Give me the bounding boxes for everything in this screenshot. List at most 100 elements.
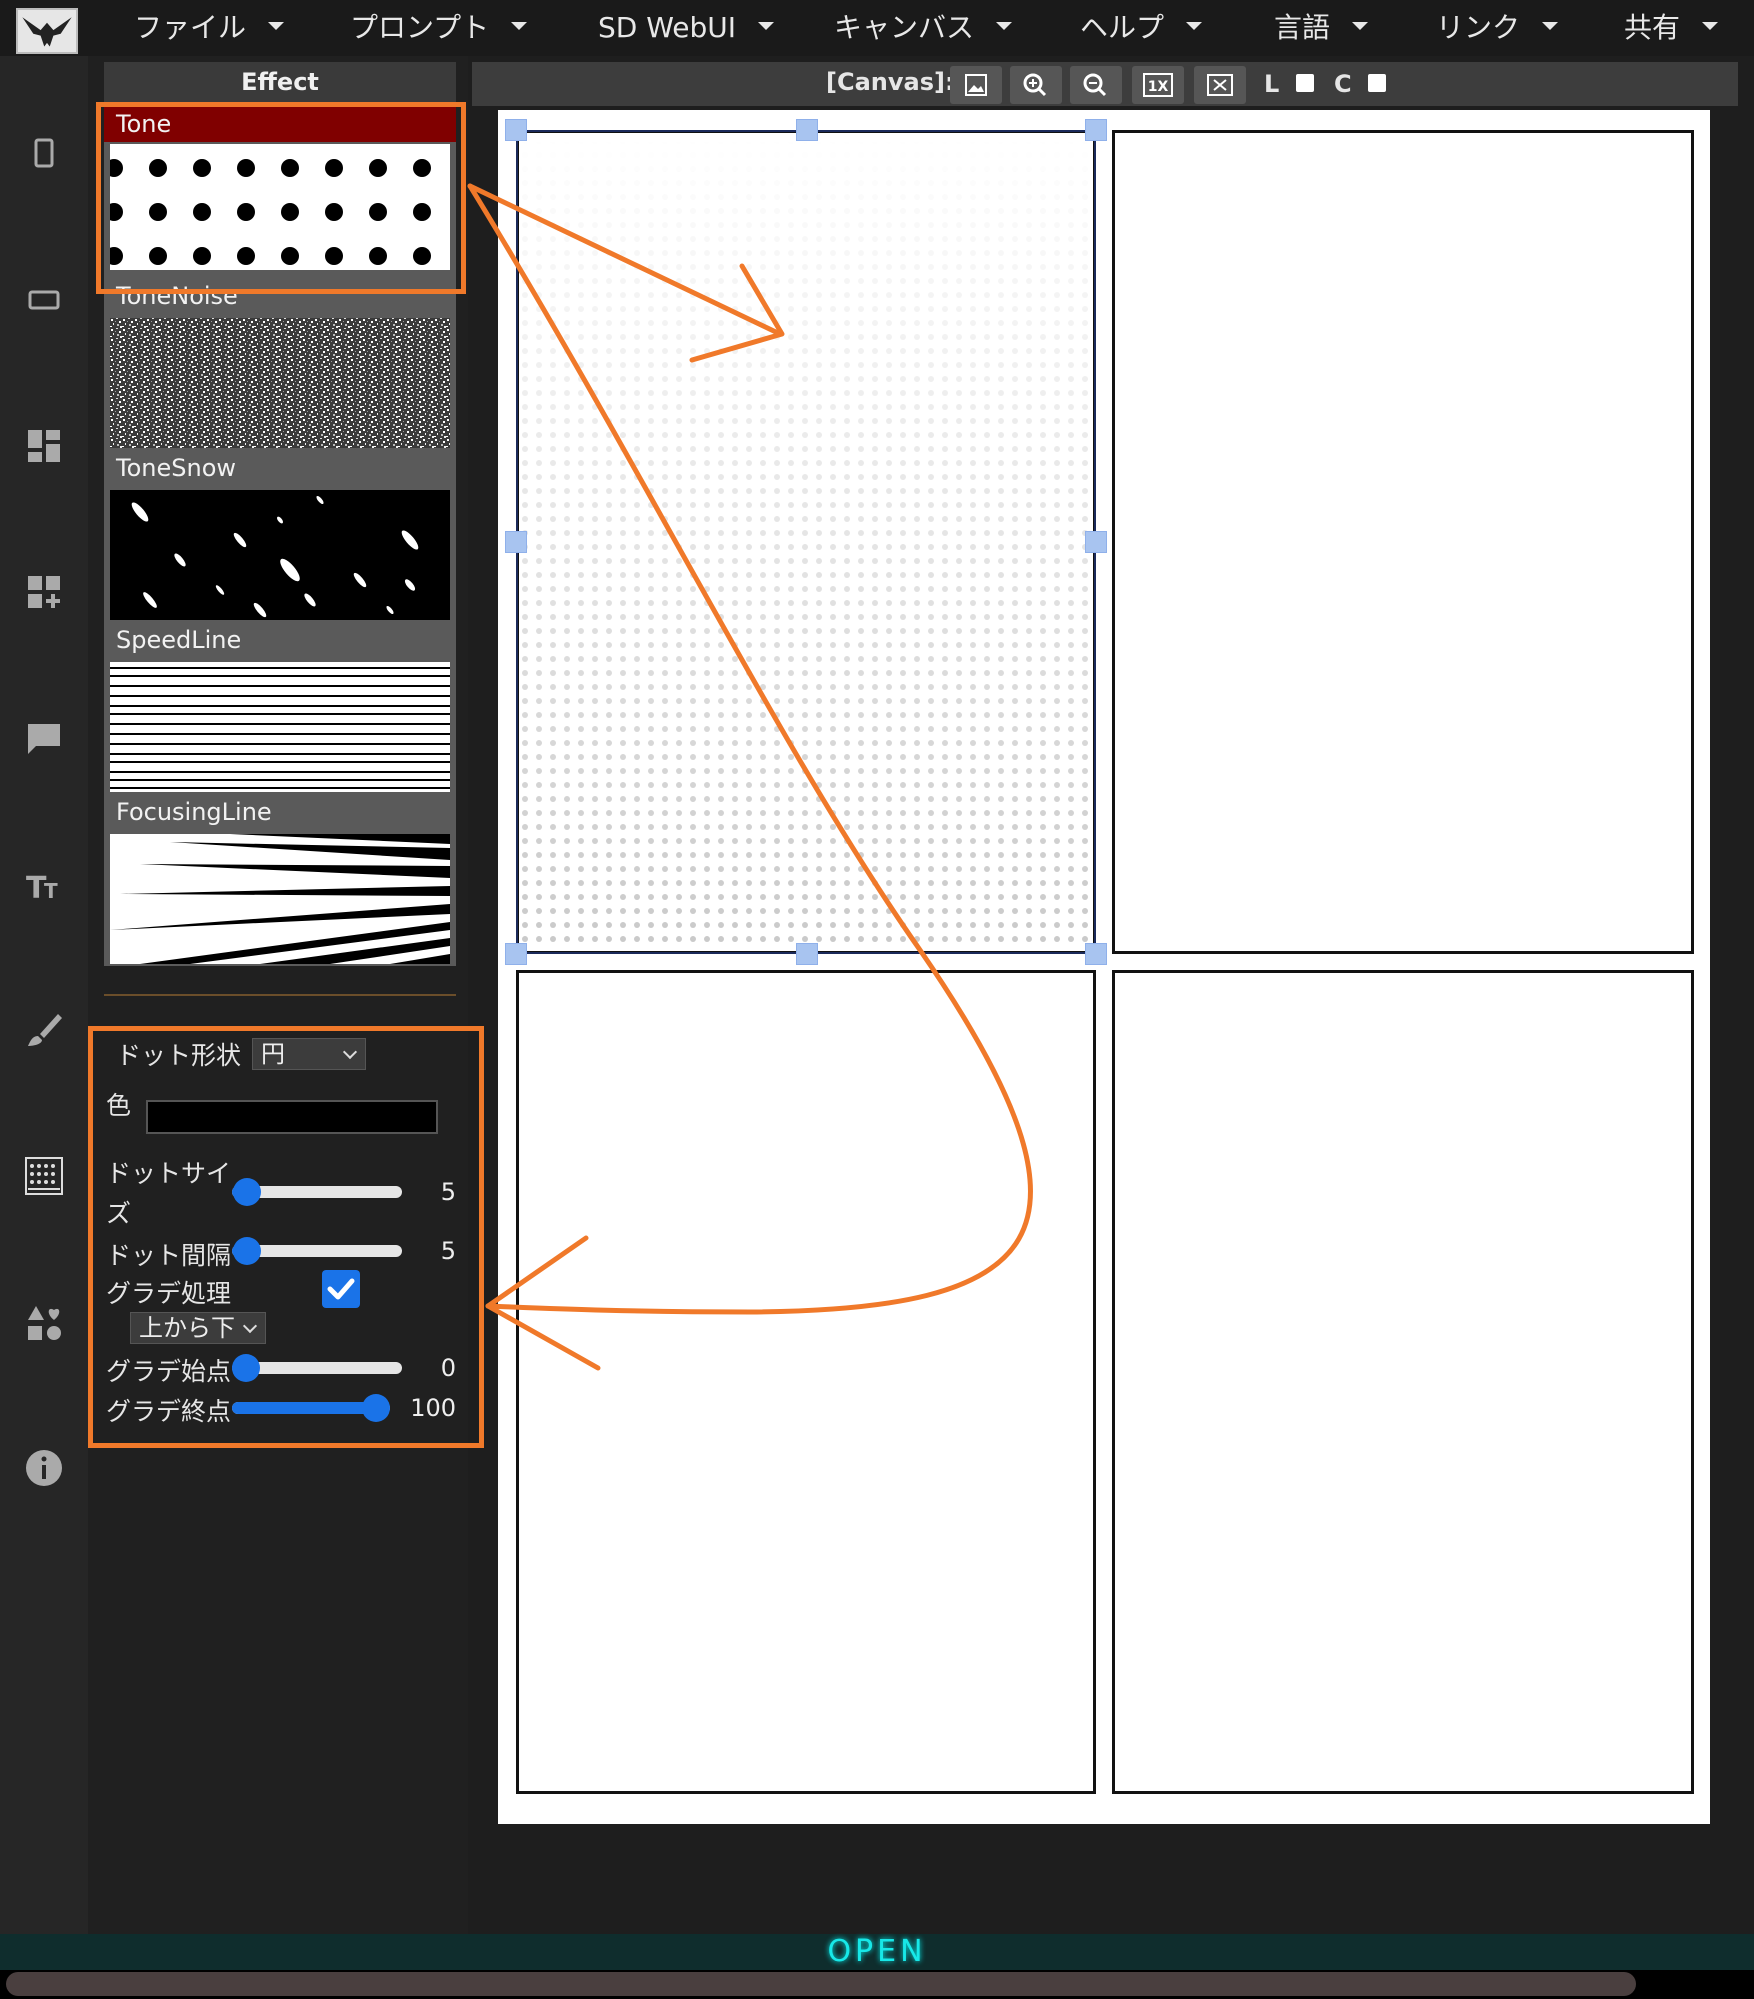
panel-top-right[interactable] (1112, 130, 1694, 954)
slider-thumb[interactable] (362, 1394, 390, 1422)
effect-label-tonesnow: ToneSnow (116, 454, 236, 482)
page-landscape-icon[interactable] (22, 278, 66, 322)
top-menu-bar: ファイル プロンプト SD WebUI キャンバス ヘルプ 言語 リンク 共有 (0, 0, 1754, 56)
menu-sd-webui[interactable]: SD WebUI (598, 6, 775, 50)
dot-spacing-value: 5 (440, 1237, 456, 1265)
chevron-down-icon (1186, 22, 1203, 30)
gradient-checkbox[interactable] (322, 1270, 360, 1308)
dot-shape-label: ドット形状 (116, 1041, 242, 1070)
dot-size-slider[interactable] (232, 1178, 402, 1206)
resize-handle[interactable] (505, 119, 527, 141)
gradient-start-label: グラデ始点 (106, 1357, 232, 1386)
effect-list: Tone ToneNoise ToneSnow SpeedLine Focusi… (104, 106, 456, 966)
effect-item-tonesnow[interactable]: ToneSnow (104, 450, 456, 622)
chevron-down-icon (242, 1318, 258, 1334)
gradient-start-slider[interactable] (232, 1354, 402, 1382)
effect-label-speedline: SpeedLine (116, 626, 242, 654)
menu-prompt[interactable]: プロンプト (350, 6, 528, 50)
dot-size-value: 5 (440, 1178, 456, 1206)
close-canvas-icon[interactable] (1194, 66, 1246, 104)
menu-share[interactable]: 共有 (1624, 6, 1719, 50)
text-icon[interactable]: TT (22, 862, 66, 906)
chevron-down-icon (1702, 22, 1719, 30)
svg-text:T: T (44, 879, 58, 903)
speedline-preview (110, 662, 450, 792)
gradient-end-value: 100 (410, 1394, 456, 1422)
resize-handle[interactable] (1085, 943, 1107, 965)
layer-c-checkbox[interactable] (1368, 74, 1386, 92)
canvas-label: [Canvas]: (826, 68, 955, 96)
resize-handle[interactable] (505, 531, 527, 553)
horizontal-scrollbar[interactable] (0, 1970, 1754, 1999)
menu-links[interactable]: リンク (1436, 6, 1559, 50)
zoom-in-icon[interactable] (1010, 66, 1062, 104)
svg-text:1X: 1X (1148, 79, 1169, 95)
effect-item-speedline[interactable]: SpeedLine (104, 622, 456, 794)
chevron-down-icon (758, 22, 775, 30)
tone-preview (110, 144, 450, 270)
resize-handle[interactable] (1085, 531, 1107, 553)
image-icon[interactable] (950, 66, 1002, 104)
color-label: 色 (106, 1091, 132, 1120)
zoom-1x-icon[interactable]: 1X (1132, 66, 1184, 104)
color-picker[interactable] (146, 1100, 438, 1134)
layer-l-checkbox[interactable] (1296, 74, 1314, 92)
dot-size-label-line2: ズ (106, 1199, 132, 1228)
effect-panel-title: Effect (104, 62, 456, 102)
slider-fill (232, 1402, 376, 1414)
dot-shape-select[interactable]: 円 (252, 1038, 366, 1070)
speech-bubble-icon[interactable] (22, 716, 66, 760)
gradient-end-slider[interactable] (232, 1394, 390, 1422)
layer-c-label: C (1334, 70, 1352, 98)
info-icon[interactable] (22, 1446, 66, 1490)
effect-label-tone: Tone (104, 106, 456, 142)
slider-thumb[interactable] (232, 1354, 260, 1382)
scrollbar-thumb[interactable] (6, 1972, 1636, 1996)
resize-handle[interactable] (505, 943, 527, 965)
layer-l-label: L (1264, 70, 1280, 98)
menu-language[interactable]: 言語 (1274, 6, 1369, 50)
chevron-down-icon (342, 1044, 358, 1060)
dot-spacing-label: ドット間隔 (106, 1241, 232, 1270)
gradient-direction-value: 上から下 (139, 1314, 235, 1342)
chevron-down-icon (1542, 22, 1559, 30)
chevron-down-icon (1352, 22, 1369, 30)
page-portrait-icon[interactable] (22, 132, 66, 176)
effect-item-tonenoise[interactable]: ToneNoise (104, 278, 456, 450)
dot-shape-value: 円 (261, 1040, 285, 1068)
menu-help[interactable]: ヘルプ (1080, 6, 1203, 50)
panel-bottom-left[interactable] (516, 970, 1096, 1794)
gradient-direction-select[interactable]: 上から下 (130, 1312, 266, 1344)
effect-label-focusingline: FocusingLine (116, 798, 272, 826)
chevron-down-icon (511, 22, 528, 30)
menu-file[interactable]: ファイル (134, 6, 285, 50)
focusingline-preview (110, 834, 450, 964)
panel-layout-icon[interactable] (22, 424, 66, 468)
resize-handle[interactable] (796, 943, 818, 965)
gradient-start-value: 0 (440, 1354, 456, 1382)
chevron-down-icon (996, 22, 1013, 30)
effect-label-tonenoise: ToneNoise (116, 282, 238, 310)
tonesnow-preview (110, 490, 450, 620)
effect-item-tone[interactable]: Tone (104, 106, 456, 276)
eagle-logo-icon (22, 17, 72, 47)
dot-spacing-slider[interactable] (232, 1237, 402, 1265)
tone-icon[interactable] (22, 1154, 66, 1198)
panel-bottom-right[interactable] (1112, 970, 1694, 1794)
gradient-label: グラデ処理 (106, 1279, 232, 1308)
app-logo[interactable] (16, 8, 78, 54)
chevron-down-icon (268, 22, 285, 30)
brush-icon[interactable] (22, 1008, 66, 1052)
open-status-text: OPEN (827, 1934, 927, 1969)
shapes-icon[interactable] (22, 1300, 66, 1344)
tonenoise-preview (110, 318, 450, 448)
menu-canvas[interactable]: キャンバス (834, 6, 1013, 50)
effect-item-focusingline[interactable]: FocusingLine (104, 794, 456, 966)
gradient-end-label: グラデ終点 (106, 1397, 232, 1426)
add-panel-icon[interactable] (22, 570, 66, 614)
resize-handle[interactable] (1085, 119, 1107, 141)
panel-divider (104, 994, 456, 996)
checkmark-icon (327, 1278, 355, 1300)
zoom-out-icon[interactable] (1070, 66, 1122, 104)
resize-handle[interactable] (796, 119, 818, 141)
